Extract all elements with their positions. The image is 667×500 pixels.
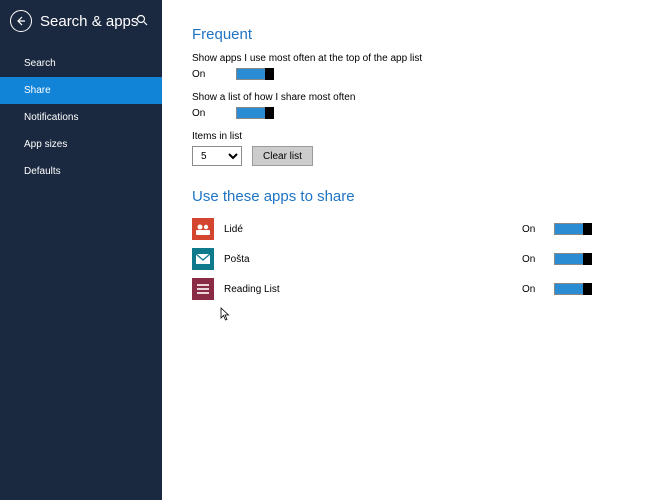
app-row-posta: Pošta On <box>192 245 592 273</box>
search-icon <box>136 14 148 26</box>
app-toggle-state: On <box>522 284 554 295</box>
frequent-opt2-desc: Show a list of how I share most often <box>192 92 667 103</box>
app-row-reading-list: Reading List On <box>192 275 592 303</box>
frequent-opt2-state: On <box>192 108 236 119</box>
apps-heading: Use these apps to share <box>192 188 667 205</box>
app-row-lide: Lidé On <box>192 215 592 243</box>
items-in-list-label: Items in list <box>192 131 667 142</box>
sidebar-item-app-sizes[interactable]: App sizes <box>0 131 162 158</box>
frequent-heading: Frequent <box>192 26 667 43</box>
app-toggle-lide[interactable] <box>554 223 592 235</box>
frequent-opt1-state: On <box>192 69 236 80</box>
clear-list-button[interactable]: Clear list <box>252 146 313 166</box>
items-in-list-select[interactable]: 5 <box>192 146 242 166</box>
app-toggle-posta[interactable] <box>554 253 592 265</box>
people-icon <box>192 218 214 240</box>
app-name: Pošta <box>224 254 344 265</box>
sidebar-item-share[interactable]: Share <box>0 77 162 104</box>
search-button[interactable] <box>136 14 148 26</box>
app-toggle-reading-list[interactable] <box>554 283 592 295</box>
frequent-opt1-toggle[interactable] <box>236 68 274 80</box>
main-panel: Frequent Show apps I use most often at t… <box>162 0 667 500</box>
frequent-opt1-desc: Show apps I use most often at the top of… <box>192 53 667 64</box>
page-title: Search & apps <box>40 13 138 30</box>
app-name: Lidé <box>224 224 344 235</box>
sidebar: Search & apps Search Share Notifications… <box>0 0 162 500</box>
sidebar-nav: Search Share Notifications App sizes Def… <box>0 50 162 185</box>
app-name: Reading List <box>224 284 344 295</box>
back-arrow-icon <box>16 16 26 26</box>
sidebar-header: Search & apps <box>0 0 162 46</box>
mail-icon <box>192 248 214 270</box>
reading-list-icon <box>192 278 214 300</box>
sidebar-item-search[interactable]: Search <box>0 50 162 77</box>
frequent-opt2-toggle[interactable] <box>236 107 274 119</box>
app-toggle-state: On <box>522 254 554 265</box>
sidebar-item-defaults[interactable]: Defaults <box>0 158 162 185</box>
sidebar-item-notifications[interactable]: Notifications <box>0 104 162 131</box>
back-button[interactable] <box>10 10 32 32</box>
app-toggle-state: On <box>522 224 554 235</box>
